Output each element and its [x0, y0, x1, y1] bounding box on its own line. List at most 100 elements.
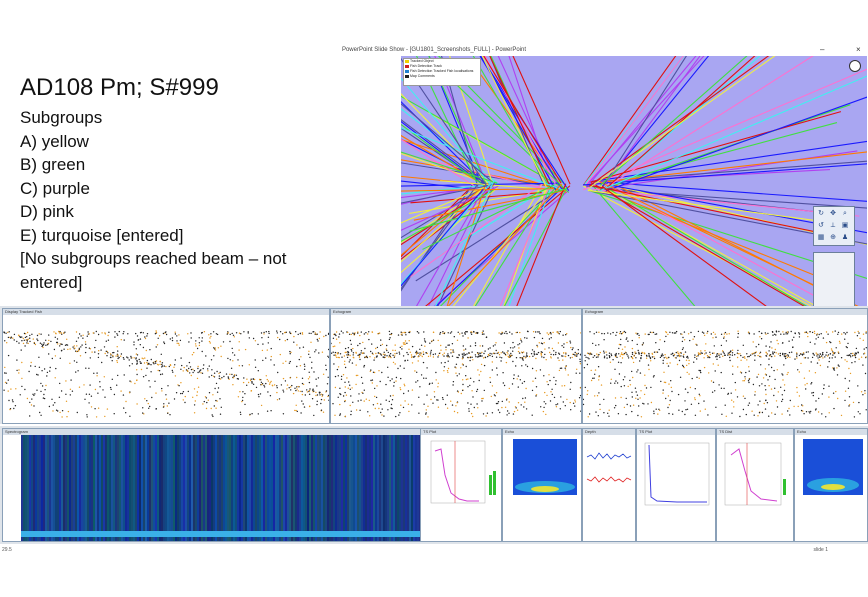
echo-dot: [675, 351, 677, 354]
echo-dot: [403, 383, 405, 385]
minimize-button[interactable]: –: [820, 44, 824, 56]
echo-dot: [113, 393, 116, 396]
echo-dot: [669, 362, 671, 364]
pan-icon[interactable]: ✥: [829, 210, 837, 218]
echo-dot: [425, 412, 427, 414]
fish-track-radar[interactable]: Tracked Object Fish Detection Track Fish…: [401, 56, 867, 308]
echo-dot: [681, 410, 683, 413]
echo-window[interactable]: Echo: [502, 428, 582, 542]
echo-dot: [349, 354, 351, 357]
echo-dot: [658, 348, 660, 351]
echo-dot: [727, 352, 729, 354]
echo-dot: [479, 345, 481, 347]
reset-icon[interactable]: ⊕: [829, 234, 837, 242]
echo-dot: [634, 351, 636, 353]
echo-dot: [546, 332, 548, 334]
echo-dot: [651, 353, 654, 355]
echo-dot: [836, 367, 838, 369]
echogram-panel[interactable]: Echogram: [582, 308, 868, 424]
echo-dot: [408, 348, 410, 350]
close-button[interactable]: ×: [856, 44, 861, 56]
echo-window[interactable]: Echo: [794, 428, 868, 542]
echo-dot: [94, 408, 96, 410]
echo-dot: [696, 355, 698, 358]
echo-dot: [742, 395, 745, 397]
echo-dot: [104, 333, 107, 335]
echo-dot: [443, 370, 445, 372]
track-lines: [401, 56, 867, 308]
echo-dot: [239, 391, 241, 393]
echo-dot: [590, 379, 593, 382]
spectrogram-window[interactable]: Spectrogram: [2, 428, 432, 542]
echo-dot: [465, 378, 468, 381]
grid-icon[interactable]: ▦: [817, 234, 825, 242]
echo-dot: [303, 406, 306, 408]
echo-dot: [197, 365, 199, 368]
echo-dot: [532, 331, 535, 333]
echo-dot: [69, 348, 71, 350]
depth-window[interactable]: Depth: [582, 428, 636, 542]
echo-dot: [116, 346, 118, 348]
echo-dot: [497, 409, 500, 411]
echo-dot: [494, 395, 496, 397]
echo-dot: [576, 368, 578, 370]
echo-dot: [683, 339, 686, 341]
echogram-panel[interactable]: Echogram: [330, 308, 582, 424]
echo-dot: [614, 368, 616, 370]
echo-dot: [392, 349, 394, 351]
echo-dot: [760, 356, 762, 358]
echo-dot: [349, 359, 351, 361]
window-title: PowerPoint Slide Show - [GU1801_Screensh…: [341, 47, 527, 53]
echo-dot: [730, 392, 732, 394]
echo-dot: [49, 370, 51, 372]
echo-dot: [584, 360, 586, 362]
echo-dot: [766, 353, 768, 355]
echo-dot: [758, 412, 761, 414]
echo-dot: [605, 351, 607, 353]
echo-dot: [36, 389, 38, 391]
spectrogram-column: [103, 435, 105, 541]
echo-dot: [320, 402, 322, 405]
echo-dot: [371, 331, 374, 333]
measure-icon[interactable]: ⟂: [829, 222, 837, 230]
echo-dot: [659, 339, 661, 341]
echogram-panel[interactable]: Display Tracked Fish: [2, 308, 330, 424]
echo-dot: [445, 346, 447, 348]
lock-icon[interactable]: ▣: [841, 222, 849, 230]
echo-dot: [270, 380, 272, 383]
echo-dot: [239, 411, 242, 413]
person-icon[interactable]: ♟: [841, 234, 849, 242]
compass-icon[interactable]: [849, 60, 861, 72]
echo-dot: [112, 356, 114, 358]
ts-plot-window[interactable]: TS Plot: [420, 428, 502, 542]
echo-dot: [288, 387, 290, 389]
echo-dot: [359, 409, 361, 411]
ts-plot-window[interactable]: TS Plot: [636, 428, 716, 542]
echo-dot: [761, 383, 763, 385]
echo-dot: [609, 361, 612, 363]
echo-dot: [437, 339, 439, 342]
spectrogram-column: [73, 435, 75, 541]
echo-dot: [174, 333, 177, 335]
echo-dot: [627, 355, 629, 357]
echo-dot: [61, 416, 63, 418]
echo-dot: [771, 355, 773, 358]
echo-dot: [350, 413, 352, 416]
zoom-icon[interactable]: ⌕: [841, 210, 849, 218]
echo-dot: [402, 342, 405, 344]
echo-dot: [504, 332, 506, 334]
echo-dot: [819, 356, 821, 358]
echo-dot: [624, 346, 626, 348]
echo-dot: [622, 379, 625, 381]
rotate-icon[interactable]: ↻: [817, 210, 825, 218]
echo-dot: [614, 354, 617, 357]
rotate-left-icon[interactable]: ↺: [817, 222, 825, 230]
echo-dot: [538, 331, 540, 333]
echo-dot: [618, 347, 620, 350]
echo-dot: [123, 374, 125, 376]
echo-dot: [696, 376, 698, 378]
echo-dot: [835, 347, 837, 349]
ts-dist-window[interactable]: TS Dist: [716, 428, 794, 542]
echo-dot: [599, 403, 601, 406]
echo-dot: [734, 389, 737, 391]
